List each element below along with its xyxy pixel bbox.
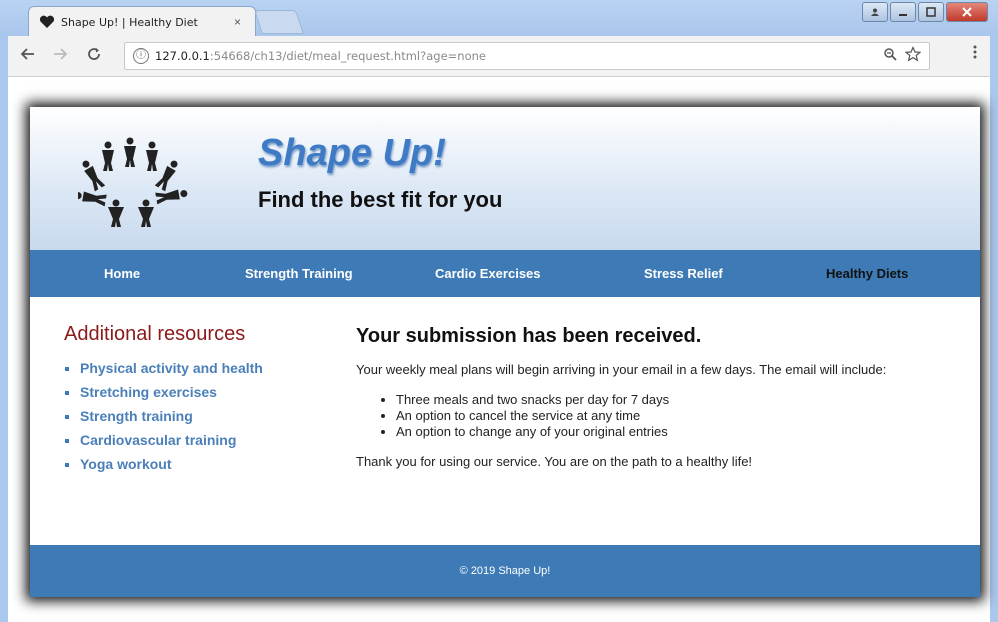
sidebar: Additional resources Physical activity a… [64,323,324,476]
user-icon [871,8,879,16]
site-title: Shape Up! [258,132,446,174]
footer-copyright: © 2019 Shape Up! [459,565,551,577]
site-info-icon[interactable]: ⓘ [133,48,149,64]
url-host: 127.0.0.1 [155,49,210,63]
resource-list: Physical activity and health Stretching … [64,356,324,476]
site-tagline: Find the best fit for you [258,187,503,212]
tab-title: Shape Up! | Healthy Diet [61,15,198,29]
link-yoga-workout[interactable]: Yoga workout [80,456,172,472]
confirmation-heading: Your submission has been received. [356,325,702,347]
intro-paragraph: Your weekly meal plans will begin arrivi… [356,362,887,377]
maximize-icon [926,7,936,17]
sidebar-heading: Additional resources [64,323,246,345]
minimize-button[interactable] [890,2,916,22]
nav-item-cardio-exercises[interactable]: Cardio Exercises [435,266,541,281]
browser-window: Shape Up! | Healthy Diet × ⓘ 127.0.0.1:5… [0,0,998,622]
link-stretching-exercises[interactable]: Stretching exercises [80,384,217,400]
list-item: Physical activity and health [80,356,324,380]
main-navigation: Home Strength Training Cardio Exercises … [30,250,980,297]
maximize-button[interactable] [918,2,944,22]
nav-item-home[interactable]: Home [104,266,140,281]
list-item: An option to cancel the service at any t… [396,408,936,424]
site-header: Shape Up! Find the best fit for you [30,107,980,250]
title-bar: Shape Up! | Healthy Diet × [0,0,998,37]
logo-people-circle-icon [78,137,188,227]
link-cardiovascular-training[interactable]: Cardiovascular training [80,432,236,448]
close-icon [962,7,972,17]
list-item: Stretching exercises [80,380,324,404]
included-items-list: Three meals and two snacks per day for 7… [356,392,936,440]
page-viewport: Shape Up! Find the best fit for you Home… [8,77,990,622]
forward-arrow-icon[interactable] [52,46,68,62]
new-tab-button[interactable] [254,10,304,34]
zoom-icon[interactable] [883,47,897,61]
site-footer: © 2019 Shape Up! [30,545,980,597]
closing-paragraph: Thank you for using our service. You are… [356,454,753,469]
bookmark-star-icon[interactable] [905,46,921,62]
nav-item-strength-training[interactable]: Strength Training [245,266,353,281]
browser-menu-icon[interactable] [972,44,978,60]
heart-favicon-icon [39,15,55,28]
list-item: Yoga workout [80,452,324,476]
page-container: Shape Up! Find the best fit for you Home… [30,107,980,597]
list-item: Cardiovascular training [80,428,324,452]
url-path: :54668/ch13/diet/meal_request.html?age=n… [209,49,486,63]
link-strength-training[interactable]: Strength training [80,408,193,424]
url-text: 127.0.0.1:54668/ch13/diet/meal_request.h… [155,49,486,63]
nav-item-healthy-diets[interactable]: Healthy Diets [826,266,908,281]
window-controls [862,2,988,22]
back-arrow-icon[interactable] [20,46,36,62]
main-content: Your submission has been received. Your … [356,325,936,470]
list-item: Strength training [80,404,324,428]
list-item: An option to change any of your original… [396,424,936,440]
content-area: Additional resources Physical activity a… [30,297,980,545]
browser-toolbar: ⓘ 127.0.0.1:54668/ch13/diet/meal_request… [8,36,990,77]
tab-close-icon[interactable]: × [234,15,241,29]
link-physical-activity[interactable]: Physical activity and health [80,360,263,376]
user-profile-button[interactable] [862,2,888,22]
minimize-icon [899,14,907,16]
reload-icon[interactable] [86,46,102,62]
address-bar[interactable]: ⓘ 127.0.0.1:54668/ch13/diet/meal_request… [124,42,930,70]
close-window-button[interactable] [946,2,988,22]
nav-item-stress-relief[interactable]: Stress Relief [644,266,723,281]
browser-tab[interactable]: Shape Up! | Healthy Diet × [28,6,256,37]
list-item: Three meals and two snacks per day for 7… [396,392,936,408]
